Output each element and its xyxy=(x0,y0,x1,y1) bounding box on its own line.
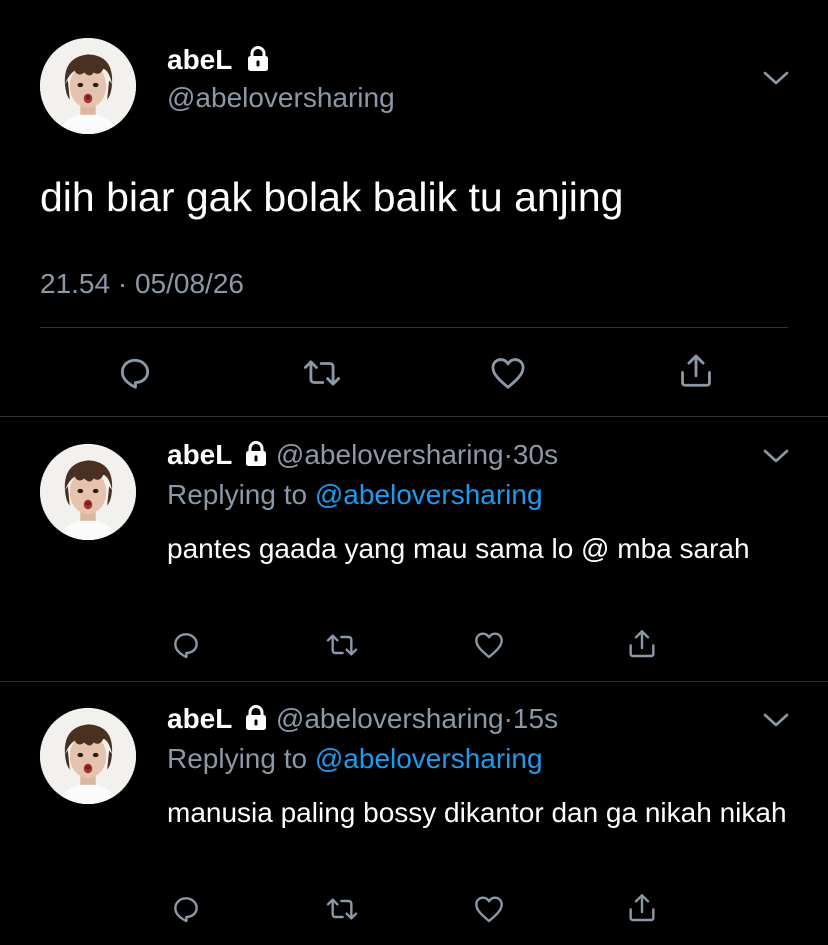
replying-to-link[interactable]: @abeloversharing xyxy=(315,479,543,510)
reply-header[interactable]: abeL @abeloversharing·15s xyxy=(167,701,558,737)
reply-time: 30s xyxy=(512,439,559,470)
avatar[interactable] xyxy=(40,444,136,540)
author-name: abeL xyxy=(167,44,232,75)
reply-text: manusia paling bossy dikantor dan ga nik… xyxy=(167,797,787,828)
chevron-down-icon[interactable] xyxy=(762,712,790,728)
share-icon[interactable] xyxy=(626,628,658,660)
reply-time: 15s xyxy=(512,703,559,734)
lock-icon xyxy=(244,705,268,731)
avatar[interactable] xyxy=(40,708,136,804)
main-author-name[interactable]: abeL xyxy=(167,43,270,77)
divider xyxy=(40,327,788,328)
chevron-down-icon[interactable] xyxy=(762,448,790,464)
heart-icon[interactable] xyxy=(473,893,505,925)
reply-icon[interactable] xyxy=(170,893,202,925)
reply-icon[interactable] xyxy=(116,354,154,392)
author-handle: @abeloversharing xyxy=(275,439,504,470)
reply-header[interactable]: abeL @abeloversharing·30s xyxy=(167,437,558,473)
dot-separator: · xyxy=(503,439,513,470)
avatar[interactable] xyxy=(40,38,136,134)
tweet-text: dih biar gak bolak balik tu anjing xyxy=(40,174,624,220)
heart-icon[interactable] xyxy=(489,354,527,392)
share-icon[interactable] xyxy=(677,352,715,390)
divider xyxy=(0,681,828,682)
author-handle[interactable]: @abeloversharing xyxy=(167,80,395,116)
divider xyxy=(0,416,828,417)
author-name: abeL xyxy=(167,439,233,470)
dot-separator: · xyxy=(503,703,513,734)
reply-text: pantes gaada yang mau sama lo @ mba sara… xyxy=(167,533,750,564)
heart-icon[interactable] xyxy=(473,629,505,661)
replying-to-label: Replying to xyxy=(167,743,308,774)
lock-icon xyxy=(244,441,268,467)
replying-to-link[interactable]: @abeloversharing xyxy=(315,743,543,774)
replying-to: Replying to @abeloversharing xyxy=(167,741,543,777)
replying-to: Replying to @abeloversharing xyxy=(167,477,543,513)
reply-icon[interactable] xyxy=(170,629,202,661)
tweet-thread-screen: abeL @abeloversharing dih biar gak bolak… xyxy=(0,0,828,945)
chevron-down-icon[interactable] xyxy=(762,70,790,86)
timestamp-separator: · xyxy=(117,268,128,299)
retweet-icon[interactable] xyxy=(324,629,360,661)
tweet-timestamp[interactable]: 21.54 · 05/08/26 xyxy=(40,266,244,302)
tweet-date: 05/08/26 xyxy=(134,268,244,299)
author-name: abeL xyxy=(167,703,233,734)
tweet-time: 21.54 xyxy=(40,268,111,299)
replying-to-label: Replying to xyxy=(167,479,308,510)
lock-icon xyxy=(246,46,270,72)
retweet-icon[interactable] xyxy=(301,354,343,392)
retweet-icon[interactable] xyxy=(324,893,360,925)
author-handle: @abeloversharing xyxy=(275,703,504,734)
share-icon[interactable] xyxy=(626,892,658,924)
